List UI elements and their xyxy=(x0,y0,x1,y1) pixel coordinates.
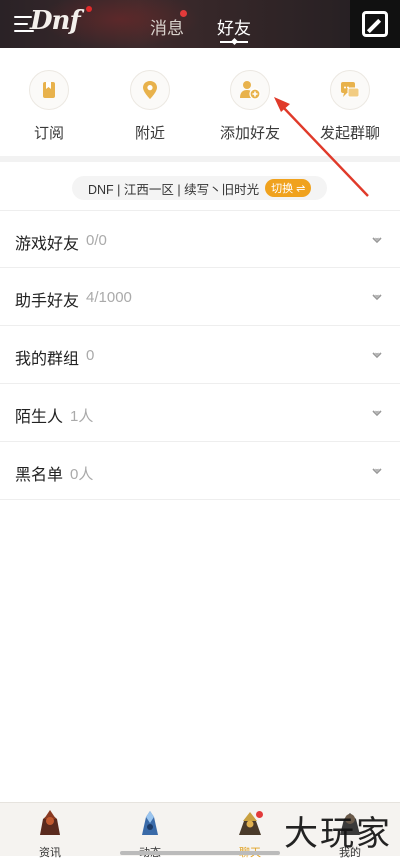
edit-square-icon[interactable] xyxy=(350,0,400,48)
section-divider xyxy=(0,156,400,162)
list-item-title: 陌生人 xyxy=(15,409,64,426)
chevron-down-icon xyxy=(372,237,382,244)
server-selector[interactable]: DNF | 江西一区 | 续写丶旧时光 切换 ⇌ xyxy=(72,176,327,200)
server-info: DNF | 江西一区 | 续写丶旧时光 xyxy=(88,182,260,197)
tab-messages-dot xyxy=(180,10,187,17)
list-item-strangers[interactable]: 陌生人 1人 xyxy=(0,384,400,442)
feed-character-icon xyxy=(142,811,158,835)
active-tab-indicator-diamond xyxy=(230,37,239,46)
list-item-blacklist[interactable]: 黑名单 0人 xyxy=(0,442,400,500)
nav-chat-dot xyxy=(256,811,263,818)
list-item-count: 0 xyxy=(86,347,95,364)
list-item-count: 0人 xyxy=(70,466,94,483)
tab-messages[interactable]: 消息 xyxy=(150,14,184,39)
shortcut-row: 订阅 附近 添加好友 发起群聊 xyxy=(0,60,400,152)
add-friend-button[interactable]: 添加好友 xyxy=(210,60,290,143)
list-item-count: 4/1000 xyxy=(86,289,132,306)
top-bar: Dnf 消息 好友 xyxy=(0,0,400,48)
list-item-my-groups[interactable]: 我的群组 0 xyxy=(0,326,400,384)
list-item-title: 黑名单 xyxy=(15,467,64,484)
tab-friends[interactable]: 好友 xyxy=(217,14,251,39)
logo-notification-dot xyxy=(86,6,92,12)
switch-server-button[interactable]: 切换 ⇌ xyxy=(265,179,312,197)
list-item-count: 1人 xyxy=(70,408,94,425)
group-chat-button[interactable]: 发起群聊 xyxy=(310,60,390,143)
list-item-title: 我的群组 xyxy=(15,351,80,368)
chevron-down-icon xyxy=(372,468,382,475)
dnf-logo: Dnf xyxy=(30,6,81,36)
nav-news[interactable]: 资讯 xyxy=(20,807,80,860)
group-chat-label: 发起群聊 xyxy=(319,125,380,142)
list-item-title: 游戏好友 xyxy=(15,236,80,253)
add-friend-label: 添加好友 xyxy=(219,125,280,142)
friend-group-list: 游戏好友 0/0 助手好友 4/1000 我的群组 0 陌生人 1人 黑名单 0… xyxy=(0,210,400,500)
nearby-button[interactable]: 附近 xyxy=(110,60,190,143)
list-item-title: 助手好友 xyxy=(15,293,80,310)
home-indicator xyxy=(120,851,280,855)
subscribe-label: 订阅 xyxy=(33,125,64,142)
subscribe-button[interactable]: 订阅 xyxy=(9,60,89,143)
list-item-count: 0/0 xyxy=(86,232,107,249)
location-pin-icon xyxy=(130,70,170,110)
nearby-label: 附近 xyxy=(134,125,165,142)
watermark-text: 大玩家 xyxy=(284,814,392,854)
nav-news-label: 资讯 xyxy=(39,847,61,859)
bookmark-icon xyxy=(29,70,69,110)
chevron-down-icon xyxy=(372,352,382,359)
news-character-icon xyxy=(40,810,60,835)
list-item-game-friends[interactable]: 游戏好友 0/0 xyxy=(0,210,400,268)
group-chat-icon xyxy=(330,70,370,110)
chevron-down-icon xyxy=(372,294,382,301)
chevron-down-icon xyxy=(372,410,382,417)
add-user-icon xyxy=(230,70,270,110)
list-item-assistant-friends[interactable]: 助手好友 4/1000 xyxy=(0,268,400,326)
